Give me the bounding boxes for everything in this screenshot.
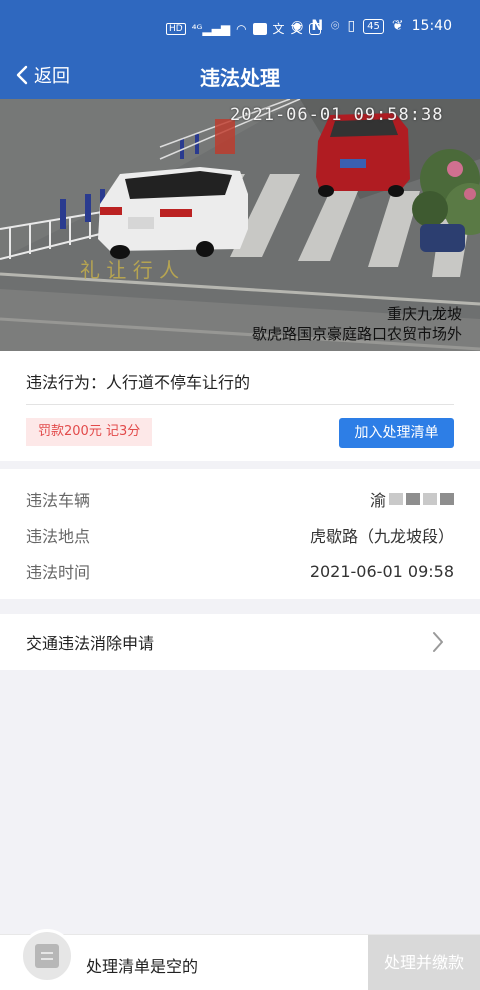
app-icon [252,22,267,35]
plate-mask [423,493,437,505]
wifi-icon: ◠ [236,21,247,36]
location-icon: ⌾ [331,18,340,34]
location-value: 虎歇路（九龙坡段） [309,527,454,546]
camera-location-line2: 歇虎路国京豪庭路口农贸市场外 [251,325,462,343]
plate-mask [406,493,420,505]
nav-bar: 返回 违法处理 [0,54,480,99]
plate-mask [389,493,403,505]
process-and-pay-button[interactable]: 处理并缴款 [368,935,480,990]
status-right-icons: ◉ N ⌾ ▯ 45 ❦ 15:40 [291,18,452,34]
add-to-list-button[interactable]: 加入处理清单 [339,418,454,448]
vibrate-icon: ▯ [347,18,356,34]
violation-photo[interactable]: 礼 让 行 人 2021-06-01 09:58:38 重庆九龙坡 歇虎路国京豪… [0,99,480,351]
back-label: 返回 [34,66,70,87]
plate-mask [440,493,454,505]
list-icon [35,944,59,968]
location-label: 违法地点 [26,527,91,546]
details-card: 违法车辆 渝 违法地点 虎歇路（九龙坡段） 违法时间 2021-06-01 09… [0,469,480,599]
violation-text: 违法行为：人行道不停车让行的 [26,373,251,392]
wen-icon: 文 [272,22,285,36]
red-car [316,113,410,197]
status-time: 15:40 [411,18,452,34]
white-car [98,167,248,259]
appeal-label: 交通违法消除申请 [26,634,155,653]
chevron-right-icon [433,632,443,652]
time-row: 违法时间 2021-06-01 09:58 [26,559,454,583]
appeal-row[interactable]: 交通违法消除申请 [0,614,480,670]
fine-badge: 罚款200元 记3分 [26,418,153,446]
signal-4g-icon: ⁴ᴳ▂▄▆ [191,21,231,36]
location-row: 违法地点 虎歇路（九龙坡段） [26,523,454,547]
back-button[interactable]: 返回 [14,62,70,88]
list-empty-text: 处理清单是空的 [86,957,199,976]
nfc-icon: N [311,18,324,34]
leaf-icon: ❦ [391,18,404,34]
time-label: 违法时间 [26,563,91,582]
hd-icon: HD [166,22,186,35]
vehicle-row: 违法车辆 渝 [26,487,454,511]
list-button[interactable] [20,929,74,983]
time-value: 2021-06-01 09:58 [309,561,454,581]
violation-card: 违法行为：人行道不停车让行的 罚款200元 记3分 加入处理清单 [0,351,480,461]
bottom-bar: 处理清单是空的 处理并缴款 [0,929,480,990]
eye-icon: ◉ [291,18,304,34]
svg-text:礼 让 行 人: 礼 让 行 人 [80,258,179,282]
status-bar: HD ⁴ᴳ▂▄▆ ◠ 文 文 ◉ N ⌾ ▯ 45 ❦ 15:40 [0,0,480,54]
vehicle-label: 违法车辆 [26,491,91,510]
vehicle-value: 渝 [370,487,454,511]
vehicle-plate-prefix: 渝 [369,491,386,510]
battery-icon: 45 [363,18,384,34]
chevron-left-icon [16,65,28,85]
divider [26,404,454,405]
camera-timestamp: 2021-06-01 09:58:38 [230,105,444,125]
page-title: 违法处理 [200,66,280,90]
camera-location-line1: 重庆九龙坡 [386,305,462,323]
